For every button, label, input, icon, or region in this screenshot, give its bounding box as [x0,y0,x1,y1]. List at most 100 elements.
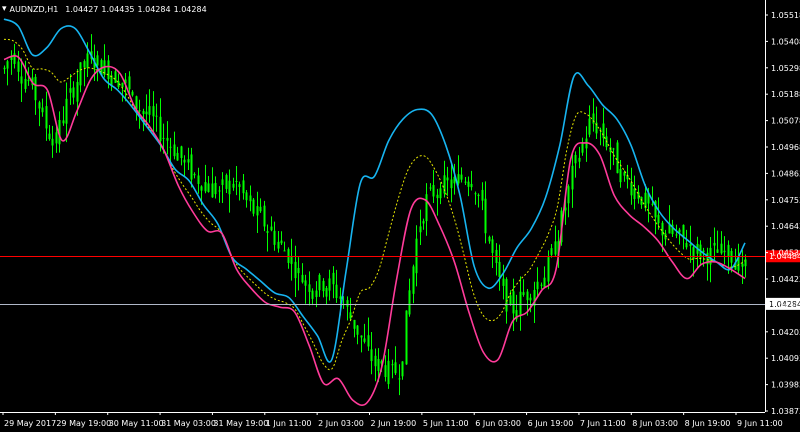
candle-body [65,98,68,124]
candle-body [526,291,529,301]
y-tick-label: 1.04753 [771,196,800,205]
candle-body [574,154,577,164]
candle-body [297,268,300,274]
candle-body [131,91,134,96]
candle-body [225,175,228,189]
candle-body [72,87,75,98]
candle-body [24,78,27,89]
x-tick-label: 2 Jun 19:00 [371,419,417,428]
candle-body [304,280,307,286]
candle-body [277,241,280,249]
candle-body [723,250,726,253]
candle-body [176,152,179,161]
candle-body [162,137,165,139]
candle-body [55,132,58,144]
time-axis[interactable]: 29 May 2017 29 May 19:0030 May 11:0031 Ma… [2,412,783,428]
candle-body [630,182,633,196]
candle-body [408,290,411,315]
candle-body [425,194,428,222]
candle-body [391,364,394,366]
candle-body [256,206,259,216]
x-tick-label: 8 Jun 03:00 [632,419,678,428]
candle-body [62,120,65,124]
ohlc-open: 1.04427 [65,4,99,14]
y-tick-label: 1.05188 [771,90,800,99]
candle-body [644,192,647,209]
candle-body [159,116,162,141]
y-tick-label: 1.04863 [771,169,800,178]
candle-body [335,284,338,299]
candle-body [322,280,325,292]
candle-body [612,148,615,150]
candle-body [315,290,318,298]
x-tick-label: 29 May 2017 [4,419,56,428]
candle-body [651,203,654,205]
candle-body [283,250,286,252]
candle-body [249,195,252,202]
y-tick-label: 1.04313 [771,301,800,310]
candle-body [41,107,44,113]
candle-body [713,242,716,246]
price-axis[interactable]: 1.05518 1.05408 1.05298 1.05188 1.05078 1.049… [765,11,800,416]
candle-body [716,249,719,253]
candle-body [685,242,688,248]
symbol-label: AUDNZD,H1 [9,4,59,14]
x-tick-label: 30 May 11:00 [109,419,164,428]
candle-body [45,106,48,129]
candle-body [529,297,532,301]
candle-body [169,146,172,148]
candle-body [367,335,370,347]
y-tick-label: 1.04093 [771,354,800,363]
candle-body [744,259,747,267]
candle-body [263,205,266,227]
candle-body [145,111,148,115]
candle-body [422,221,425,224]
x-tick-label: 2 Jun 03:00 [318,419,364,428]
candle-body [657,214,660,224]
candle-body [228,180,231,195]
candle-body [221,179,224,185]
candle-body [519,291,522,316]
candle-body [360,335,363,338]
candle-body [450,179,453,189]
candle-body [38,102,41,109]
candle-body [83,61,86,68]
candle-body [619,168,622,183]
candle-body [311,290,314,299]
candle-body [547,257,550,282]
candle-body [270,226,273,231]
candle-body [616,142,619,174]
candle-body [602,123,605,139]
candle-body [398,378,401,380]
candle-body [599,129,602,131]
candle-body [464,181,467,183]
candle-body [245,192,248,201]
candle-body [13,53,16,64]
price-chart[interactable]: 1.044841.04284 1.055181.054081.052981.05… [0,0,800,432]
candle-body [633,188,636,200]
candle-body [554,241,557,255]
candle-body [349,312,352,319]
candle-body [301,274,304,283]
candle-body [512,291,515,314]
symbol-dropdown-icon[interactable]: ▾ [2,4,7,14]
candle-body [79,62,82,86]
candle-body [200,186,203,191]
candle-body [76,82,79,102]
candle-body [114,71,117,83]
candle-body [467,181,470,187]
candle-body [370,349,373,362]
candle-body [394,362,397,374]
x-tick-label: 29 May 19:00 [56,419,111,428]
candle-body [353,319,356,329]
candle-body [474,193,477,195]
candle-body [308,284,311,292]
candle-body [377,358,380,371]
candle-body [204,182,207,192]
candle-body [439,188,442,199]
candle-body [214,182,217,195]
candle-body [536,281,539,290]
candle-body [173,144,176,157]
candle-body [498,261,501,278]
candle-body [522,292,525,295]
